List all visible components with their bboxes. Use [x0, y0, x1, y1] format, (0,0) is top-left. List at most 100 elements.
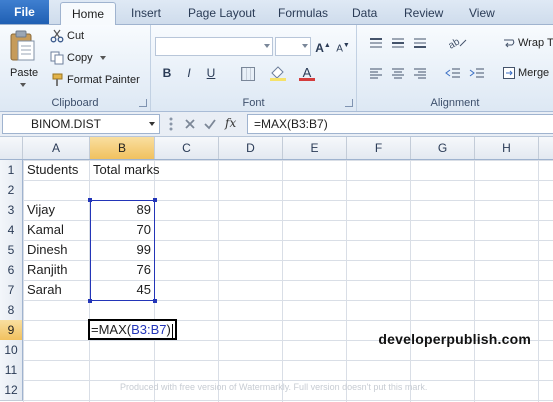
tab-review[interactable]: Review	[404, 6, 443, 20]
align-left-icon[interactable]	[369, 67, 383, 82]
tab-home[interactable]: Home	[60, 2, 116, 26]
row-header-8[interactable]: 8	[0, 300, 23, 321]
row-header-11[interactable]: 11	[0, 360, 23, 381]
row-header-5[interactable]: 5	[0, 240, 23, 261]
select-all-corner[interactable]	[0, 137, 23, 159]
column-header-e[interactable]: E	[283, 137, 347, 159]
align-center-icon[interactable]	[391, 67, 405, 82]
trial-watermark-note: Produced with free version of Watermarkl…	[120, 382, 428, 392]
paste-dropdown-icon[interactable]	[20, 83, 26, 87]
tab-view[interactable]: View	[469, 6, 495, 20]
text-caret	[171, 323, 173, 338]
row-header-9[interactable]: 9	[0, 320, 23, 341]
tab-page-layout[interactable]: Page Layout	[188, 6, 255, 20]
range-handle[interactable]	[153, 198, 157, 202]
range-handle[interactable]	[153, 299, 157, 303]
align-right-icon[interactable]	[413, 67, 427, 82]
name-box[interactable]: BINOM.DIST	[2, 114, 160, 134]
clipboard-group: Paste Cut Copy Format Painter Clipboard	[0, 25, 151, 111]
font-name-combo[interactable]	[155, 37, 273, 56]
cut-label: Cut	[67, 29, 85, 42]
borders-icon[interactable]	[241, 67, 255, 81]
row-header-12[interactable]: 12	[0, 380, 23, 401]
font-group: A▲ A▼ B I U A Font	[151, 25, 357, 111]
row-header-3[interactable]: 3	[0, 200, 23, 221]
copy-icon	[50, 51, 64, 65]
column-header-d[interactable]: D	[219, 137, 283, 159]
align-top-icon[interactable]	[369, 37, 383, 52]
copy-dropdown-icon[interactable]	[99, 56, 106, 60]
orientation-icon[interactable]: ab	[447, 35, 467, 52]
tab-file[interactable]: File	[0, 0, 49, 24]
range-handle[interactable]	[88, 299, 92, 303]
insert-function-icon[interactable]: fx	[225, 116, 236, 130]
format-painter-button[interactable]: Format Painter	[50, 73, 140, 87]
font-group-label: Font	[242, 97, 265, 109]
grow-font-icon[interactable]: A▲	[315, 38, 331, 55]
clipboard-group-label: Clipboard	[51, 97, 99, 109]
cancel-icon[interactable]	[183, 117, 197, 131]
paste-icon	[10, 30, 35, 61]
cell-a6[interactable]: Ranjith	[27, 260, 89, 280]
cell-b1[interactable]: Total marks	[93, 160, 193, 180]
tab-formulas[interactable]: Formulas	[278, 6, 328, 20]
format-painter-icon	[52, 73, 63, 86]
fill-color-icon[interactable]	[269, 65, 287, 81]
italic-button[interactable]: I	[181, 65, 197, 81]
align-bottom-icon[interactable]	[413, 37, 427, 52]
column-header-g[interactable]: G	[411, 137, 475, 159]
column-header-f[interactable]: F	[347, 137, 411, 159]
active-cell-b9[interactable]: =MAX(B3:B7)	[88, 319, 177, 340]
row-header-4[interactable]: 4	[0, 220, 23, 241]
merge-icon	[503, 67, 515, 80]
alignment-group-label: Alignment	[430, 97, 480, 109]
column-header-a[interactable]: A	[23, 137, 90, 159]
merge-button[interactable]: Merge	[503, 67, 550, 80]
wrap-text-button[interactable]: Wrap T	[503, 37, 553, 49]
range-handle[interactable]	[88, 198, 92, 202]
cut-button[interactable]: Cut	[50, 29, 84, 43]
edit-suffix: )	[166, 322, 171, 337]
paste-label[interactable]: Paste	[10, 67, 38, 79]
tab-insert[interactable]: Insert	[131, 6, 161, 20]
merge-label: Merge	[518, 67, 550, 79]
row-header-1[interactable]: 1	[0, 160, 23, 181]
name-box-value: BINOM.DIST	[31, 117, 102, 131]
formula-input[interactable]: =MAX(B3:B7)	[247, 114, 553, 134]
clipboard-launcher-icon[interactable]	[139, 99, 147, 107]
cell-a3[interactable]: Vijay	[27, 200, 89, 220]
column-header-h[interactable]: H	[475, 137, 539, 159]
column-header-b[interactable]: B	[90, 137, 155, 159]
font-color-icon[interactable]: A	[299, 65, 315, 81]
increase-indent-icon[interactable]	[469, 67, 485, 82]
edit-prefix: =MAX(	[91, 322, 132, 337]
font-launcher-icon[interactable]	[345, 99, 353, 107]
row-header-2[interactable]: 2	[0, 180, 23, 201]
decrease-indent-icon[interactable]	[445, 67, 461, 82]
underline-button[interactable]: U	[203, 65, 219, 81]
copy-button[interactable]: Copy	[50, 51, 106, 65]
wrap-text-label: Wrap T	[518, 37, 553, 49]
row-header-6[interactable]: 6	[0, 260, 23, 281]
row-header-7[interactable]: 7	[0, 280, 23, 301]
cell-a5[interactable]: Dinesh	[27, 240, 89, 260]
paste-button[interactable]	[6, 29, 38, 69]
name-box-dropdown-icon[interactable]	[149, 122, 155, 126]
ribbon: Paste Cut Copy Format Painter Clipboard	[0, 25, 553, 112]
enter-icon[interactable]	[203, 117, 217, 131]
range-highlight	[88, 198, 157, 303]
align-middle-icon[interactable]	[391, 37, 405, 52]
cell-a7[interactable]: Sarah	[27, 280, 89, 300]
copy-label: Copy	[67, 51, 93, 64]
bold-button[interactable]: B	[159, 65, 175, 81]
svg-text:ab: ab	[447, 36, 462, 49]
formula-text: =MAX(B3:B7)	[254, 117, 328, 131]
shrink-font-icon[interactable]: A▼	[335, 38, 351, 54]
cell-a4[interactable]: Kamal	[27, 220, 89, 240]
tab-data[interactable]: Data	[352, 6, 377, 20]
font-size-combo[interactable]	[275, 37, 311, 56]
row-header-10[interactable]: 10	[0, 340, 23, 361]
cell-a1[interactable]: Students	[27, 160, 89, 180]
column-header-c[interactable]: C	[155, 137, 219, 159]
cell-area[interactable]: Students Total marks Vijay 89 Kamal 70 D…	[23, 160, 553, 402]
